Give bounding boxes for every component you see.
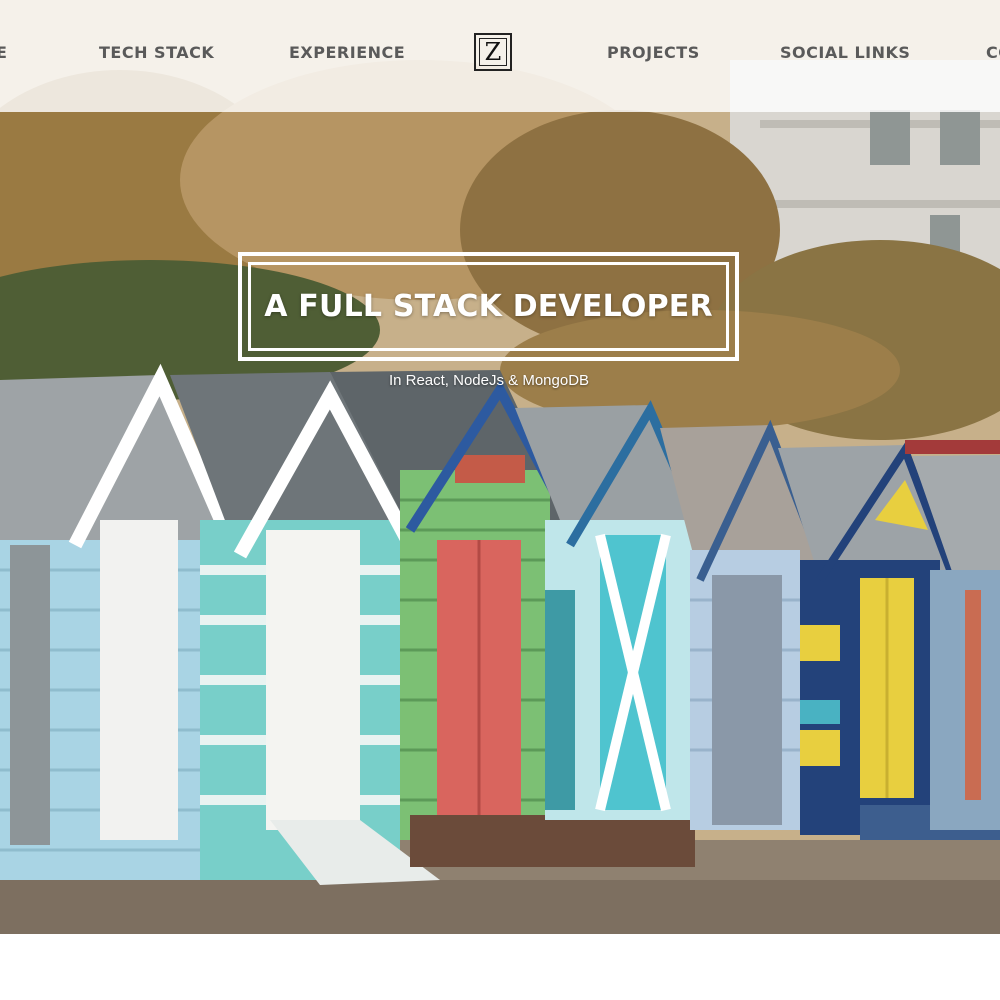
logo[interactable]: Z <box>474 33 512 71</box>
nav-link-social-links[interactable]: SOCIAL LINKS <box>780 42 910 64</box>
beach-huts-photo <box>0 0 1000 934</box>
hero-subtitle: In React, NodeJs & MongoDB <box>388 372 590 389</box>
hero-background: A FULL STACK DEVELOPER In React, NodeJs … <box>0 0 1000 934</box>
hero-title-inner-border: A FULL STACK DEVELOPER <box>248 262 729 351</box>
nav-link-tech-stack[interactable]: TECH STACK <box>99 42 214 64</box>
navbar: E TECH STACK EXPERIENCE Z PROJECTS SOCIA… <box>0 0 1000 112</box>
nav-link-experience[interactable]: EXPERIENCE <box>289 42 405 64</box>
hero-title-box: A FULL STACK DEVELOPER <box>238 252 739 361</box>
logo-letter: Z <box>479 38 507 66</box>
nav-link-projects[interactable]: PROJECTS <box>607 42 700 64</box>
hero-title: A FULL STACK DEVELOPER <box>264 289 713 324</box>
nav-link-contact[interactable]: CO <box>986 42 1000 64</box>
nav-link-home[interactable]: E <box>0 42 7 64</box>
